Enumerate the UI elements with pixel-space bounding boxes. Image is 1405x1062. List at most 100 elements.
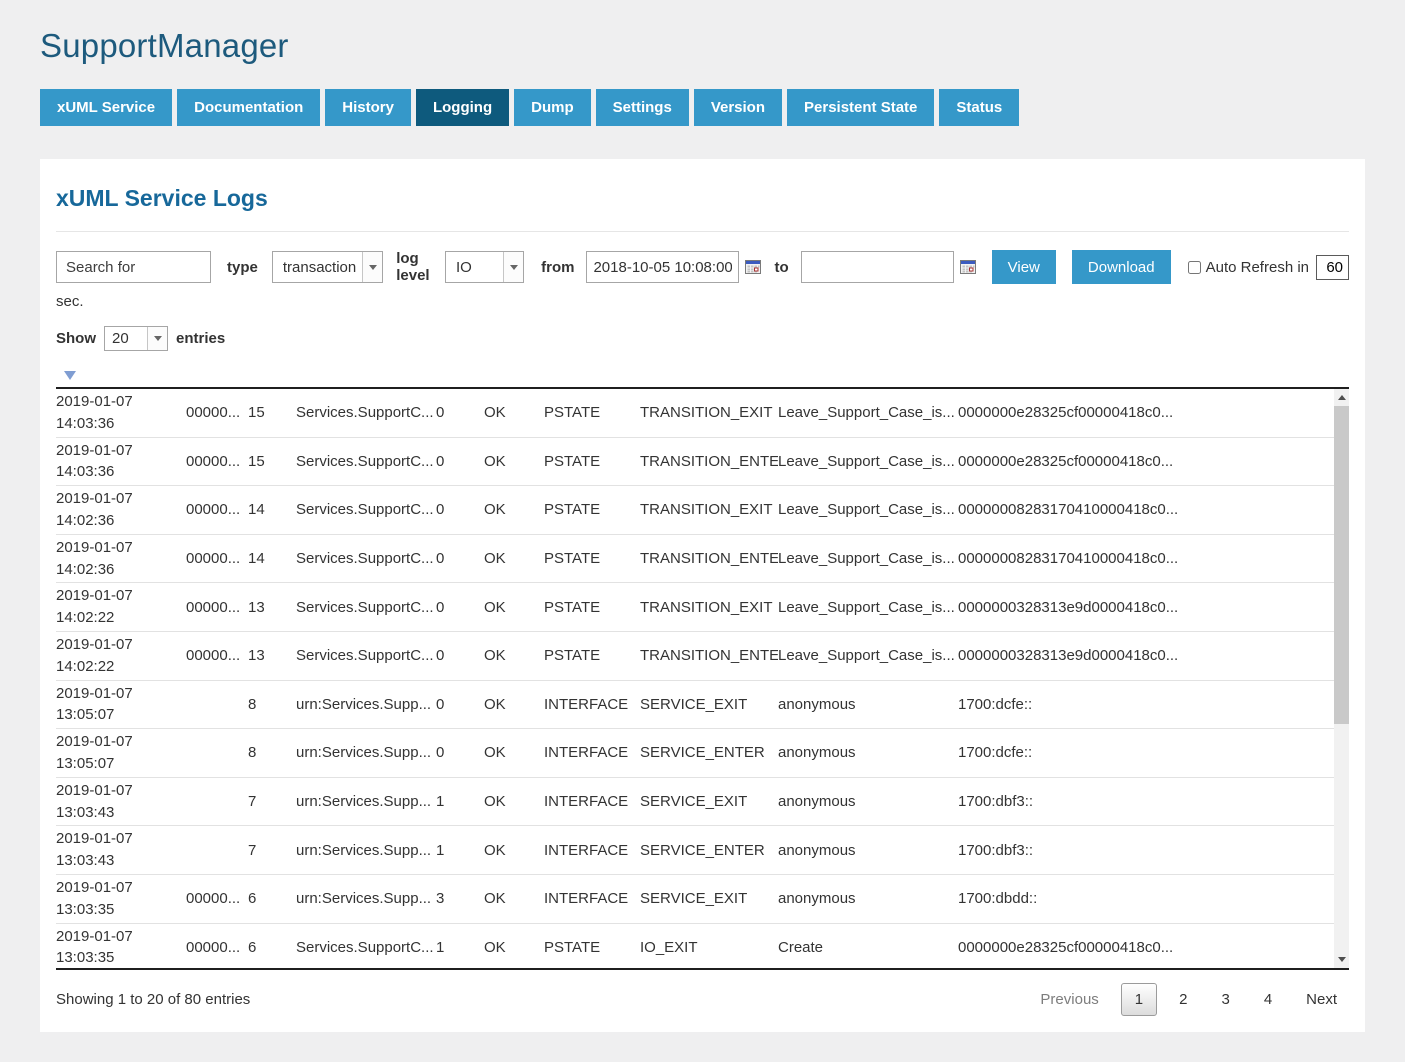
table-row[interactable]: 2019-01-07 14:03:36 00000... 15 Services… — [56, 389, 1334, 438]
tab-history[interactable]: History — [325, 89, 411, 126]
table-row[interactable]: 2019-01-07 13:03:43 7 urn:Services.Supp.… — [56, 778, 1334, 827]
tab-documentation[interactable]: Documentation — [177, 89, 320, 126]
table-row[interactable]: 2019-01-07 14:03:36 00000... 15 Services… — [56, 438, 1334, 487]
from-date-input[interactable] — [586, 251, 739, 283]
log-level-select-value: IO — [446, 259, 472, 276]
row-date: 2019-01-07 — [56, 585, 178, 607]
tab-persistent-state[interactable]: Persistent State — [787, 89, 934, 126]
row-timestamp: 2019-01-07 14:03:36 — [56, 440, 186, 484]
table-row[interactable]: 2019-01-07 14:02:22 00000... 13 Services… — [56, 632, 1334, 681]
row-context: urn:Services.Supp... — [296, 793, 436, 810]
row-event: TRANSITION_EXIT — [640, 404, 778, 421]
row-timestamp: 2019-01-07 13:03:35 — [56, 926, 186, 970]
row-timestamp: 2019-01-07 13:05:07 — [56, 683, 186, 727]
type-select-value: transaction — [273, 259, 356, 276]
auto-refresh-checkbox[interactable] — [1188, 261, 1201, 274]
tab-version[interactable]: Version — [694, 89, 782, 126]
previous-page-button[interactable]: Previous — [1028, 983, 1110, 1016]
table-row[interactable]: 2019-01-07 13:03:35 00000... 6 urn:Servi… — [56, 875, 1334, 924]
calendar-icon[interactable] — [745, 259, 761, 275]
page-3-button[interactable]: 3 — [1209, 983, 1241, 1016]
row-code: 0 — [436, 599, 484, 616]
row-timestamp: 2019-01-07 14:02:22 — [56, 634, 186, 678]
type-select[interactable]: transaction — [272, 251, 383, 283]
table-row[interactable]: 2019-01-07 14:02:22 00000... 13 Services… — [56, 583, 1334, 632]
row-session: 00000... — [186, 939, 248, 956]
scrollbar-thumb[interactable] — [1334, 406, 1349, 724]
app-title: SupportManager — [40, 27, 1365, 65]
download-button[interactable]: Download — [1072, 250, 1171, 284]
row-code: 0 — [436, 647, 484, 664]
tab-bar: xUML Service Documentation History Loggi… — [40, 89, 1365, 126]
table-row[interactable]: 2019-01-07 13:05:07 8 urn:Services.Supp.… — [56, 681, 1334, 730]
row-session: 00000... — [186, 501, 248, 518]
table-row[interactable]: 2019-01-07 13:05:07 8 urn:Services.Supp.… — [56, 729, 1334, 778]
row-date: 2019-01-07 — [56, 488, 178, 510]
row-seq: 6 — [248, 939, 296, 956]
tab-settings[interactable]: Settings — [596, 89, 689, 126]
row-id: 0000000328313e9d0000418c0... — [958, 647, 1334, 664]
to-date-input[interactable] — [801, 251, 954, 283]
tab-dump[interactable]: Dump — [514, 89, 591, 126]
row-status: OK — [484, 550, 544, 567]
table-scrollbar[interactable] — [1334, 389, 1349, 968]
page-4-button[interactable]: 4 — [1252, 983, 1284, 1016]
row-event: SERVICE_ENTER — [640, 842, 778, 859]
row-context: urn:Services.Supp... — [296, 744, 436, 761]
row-category: PSTATE — [544, 404, 640, 421]
row-id: 0000000e28325cf00000418c0... — [958, 939, 1334, 956]
search-input[interactable] — [56, 251, 211, 283]
row-context: Services.SupportC... — [296, 599, 436, 616]
table-row[interactable]: 2019-01-07 13:03:43 7 urn:Services.Supp.… — [56, 826, 1334, 875]
tab-logging[interactable]: Logging — [416, 89, 509, 126]
row-category: PSTATE — [544, 501, 640, 518]
table-header — [56, 361, 1349, 387]
row-session: 00000... — [186, 890, 248, 907]
sort-desc-icon[interactable] — [64, 371, 76, 380]
row-status: OK — [484, 842, 544, 859]
calendar-icon[interactable] — [960, 259, 976, 275]
page-1-button[interactable]: 1 — [1121, 983, 1157, 1016]
row-detail: Leave_Support_Case_is... — [778, 453, 958, 470]
row-seq: 7 — [248, 842, 296, 859]
chevron-down-icon — [362, 252, 382, 282]
log-level-select[interactable]: IO — [445, 251, 524, 283]
row-session: 00000... — [186, 404, 248, 421]
row-session: 00000... — [186, 599, 248, 616]
row-code: 1 — [436, 842, 484, 859]
page-size-select[interactable]: 20 — [104, 326, 168, 351]
row-context: Services.SupportC... — [296, 647, 436, 664]
row-category: PSTATE — [544, 647, 640, 664]
table-row[interactable]: 2019-01-07 14:02:36 00000... 14 Services… — [56, 486, 1334, 535]
row-context: Services.SupportC... — [296, 550, 436, 567]
showing-entries: Showing 1 to 20 of 80 entries — [56, 991, 250, 1008]
row-context: Services.SupportC... — [296, 939, 436, 956]
page-2-button[interactable]: 2 — [1167, 983, 1199, 1016]
next-page-button[interactable]: Next — [1294, 983, 1349, 1016]
row-seq: 14 — [248, 550, 296, 567]
row-event: SERVICE_EXIT — [640, 890, 778, 907]
tab-xuml-service[interactable]: xUML Service — [40, 89, 172, 126]
row-seq: 7 — [248, 793, 296, 810]
scroll-down-icon[interactable] — [1334, 951, 1349, 968]
row-category: PSTATE — [544, 453, 640, 470]
row-time: 14:02:22 — [56, 656, 178, 678]
row-status: OK — [484, 890, 544, 907]
view-button[interactable]: View — [992, 250, 1056, 284]
row-seq: 15 — [248, 404, 296, 421]
page: SupportManager xUML Service Documentatio… — [0, 27, 1405, 1032]
row-detail: anonymous — [778, 744, 958, 761]
row-event: TRANSITION_ENTER — [640, 550, 778, 567]
row-time: 14:02:22 — [56, 607, 178, 629]
show-entries-row: Show 20 entries — [56, 326, 1349, 351]
row-code: 0 — [436, 550, 484, 567]
row-status: OK — [484, 939, 544, 956]
row-seq: 13 — [248, 599, 296, 616]
scroll-up-icon[interactable] — [1334, 389, 1349, 406]
table-row[interactable]: 2019-01-07 14:02:36 00000... 14 Services… — [56, 535, 1334, 584]
tab-status[interactable]: Status — [939, 89, 1019, 126]
row-status: OK — [484, 744, 544, 761]
table-row[interactable]: 2019-01-07 13:03:35 00000... 6 Services.… — [56, 924, 1334, 970]
refresh-seconds-input[interactable] — [1316, 255, 1349, 280]
page-size-value: 20 — [105, 330, 129, 347]
